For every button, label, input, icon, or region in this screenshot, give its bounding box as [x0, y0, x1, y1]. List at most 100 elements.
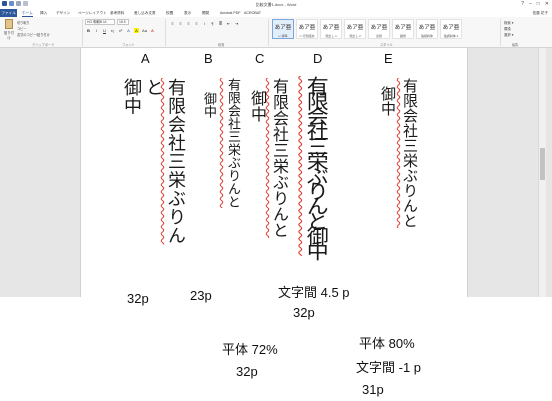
vertical-line: 有限会社三栄ぶりん	[165, 78, 186, 245]
vertical-line: と	[143, 78, 164, 97]
annotation-c-size: 32p	[293, 305, 315, 320]
style-name: 強調斜体 2	[443, 34, 459, 38]
column-label-c: C	[255, 51, 265, 66]
style-sample: あア亜	[298, 25, 316, 31]
bullets-button[interactable]: ≣	[218, 21, 223, 26]
paste-label: 貼り付け	[4, 31, 14, 40]
tab-design[interactable]: デザイン	[56, 11, 70, 16]
user-name[interactable]: 佐藤 花子	[533, 11, 548, 16]
vertical-line: 有限会社三栄ぶりんと	[270, 78, 289, 238]
column-label-b: B	[204, 51, 213, 66]
style-sample: あア亜	[418, 25, 436, 31]
vertical-text-c[interactable]: 有限会社三栄ぶりんと 御中	[246, 78, 290, 238]
tab-page-layout[interactable]: ページレイアウト	[78, 11, 107, 16]
style-sample: あア亜	[274, 25, 292, 31]
cut-button[interactable]: 切り取り	[17, 20, 30, 25]
style-sample: あア亜	[346, 25, 364, 31]
ribbon-separator	[82, 19, 83, 46]
scrollbar-thumb[interactable]	[540, 148, 545, 180]
show-marks-button[interactable]: ¶	[210, 21, 215, 26]
tab-mailings[interactable]: 差し込み文書	[134, 11, 156, 16]
vertical-text-d[interactable]: 有限会社三栄ぶりんと御中	[302, 76, 330, 256]
text-effects-button[interactable]: A	[126, 28, 131, 33]
style-name: 表題	[375, 34, 382, 38]
style-no-spacing[interactable]: あア亜 ↵ 行間詰め	[296, 19, 318, 39]
vertical-line: 有限会社三栄ぶりんと	[401, 78, 419, 228]
highlight-button[interactable]: A	[134, 28, 139, 33]
style-heading-1[interactable]: あア亜 見出し 1	[320, 19, 342, 39]
vertical-line: 御中	[248, 90, 267, 122]
annotation-b-scale: 平体 72%	[222, 342, 278, 357]
vertical-scrollbar[interactable]	[538, 48, 546, 297]
minimize-button[interactable]: –	[529, 1, 532, 7]
vertical-text-e[interactable]: 有限会社三栄ぶりんと 御中	[377, 78, 421, 228]
change-case-button[interactable]: Aa	[142, 28, 147, 33]
style-emphasis-2[interactable]: あア亜 強調斜体 2	[440, 19, 462, 39]
column-label-d: D	[313, 51, 323, 66]
increase-indent-button[interactable]: ⇥	[234, 21, 239, 26]
style-sample: あア亜	[394, 25, 412, 31]
style-name: ↵ 標準	[278, 34, 288, 38]
style-name: 副題	[399, 34, 406, 38]
subscript-button[interactable]: x₂	[110, 28, 115, 33]
align-right-button[interactable]: ≡	[186, 21, 191, 26]
style-title[interactable]: あア亜 表題	[368, 19, 390, 39]
maximize-button[interactable]: □	[537, 1, 540, 7]
clipboard-icon	[5, 19, 13, 29]
vertical-line: 御中	[379, 86, 397, 116]
vertical-line: 有限会社三栄ぶりんと御中	[302, 76, 330, 256]
style-name: 見出し 2	[349, 34, 361, 38]
format-painter-button[interactable]: 書式のコピー/貼り付け	[17, 32, 50, 37]
style-normal[interactable]: あア亜 ↵ 標準	[272, 19, 294, 39]
vertical-line: 有限会社三栄ぶりんと	[225, 78, 240, 208]
title-bar: 比較文書1.docx - Word ? – □ ✕	[0, 0, 552, 9]
font-size-select[interactable]: 18.5	[117, 19, 129, 25]
close-button[interactable]: ✕	[545, 1, 549, 7]
paste-button[interactable]: 貼り付け	[3, 19, 15, 40]
select-button[interactable]: 選択 ▾	[504, 32, 513, 37]
justify-button[interactable]: ≡	[194, 21, 199, 26]
tab-references[interactable]: 参考資料	[110, 11, 124, 16]
copy-button[interactable]: コピー	[17, 26, 27, 31]
column-label-a: A	[141, 51, 150, 66]
decrease-indent-button[interactable]: ⇤	[226, 21, 231, 26]
style-emphasis[interactable]: あア亜 強調斜体	[416, 19, 438, 39]
tab-insert[interactable]: 挿入	[40, 11, 47, 16]
help-button[interactable]: ?	[521, 1, 524, 7]
column-label-e: E	[384, 51, 393, 66]
style-sample: あア亜	[322, 25, 340, 31]
tab-review[interactable]: 校閲	[166, 11, 173, 16]
style-sample: あア亜	[442, 25, 460, 31]
vertical-text-a[interactable]: 有限会社三栄ぶりん と 御中	[120, 78, 186, 245]
style-heading-2[interactable]: あア亜 見出し 2	[344, 19, 366, 39]
bold-button[interactable]: B	[86, 28, 91, 33]
annotation-b-scale-size: 32p	[236, 364, 258, 379]
paragraph-tools: ≡ ≡ ≡ ≡ ↕ ¶ ≣ ⇤ ⇥	[170, 21, 239, 26]
superscript-button[interactable]: x²	[118, 28, 123, 33]
find-button[interactable]: 検索 ▾	[504, 20, 513, 25]
style-subtitle[interactable]: あア亜 副題	[392, 19, 414, 39]
ribbon-separator	[500, 19, 501, 46]
vertical-line: 御中	[201, 92, 216, 118]
tab-file[interactable]: ファイル	[0, 9, 17, 17]
tab-acrobat[interactable]: ACROBAT	[244, 11, 261, 15]
styles-group-label: スタイル	[380, 43, 393, 47]
tab-developer[interactable]: 開発	[202, 11, 209, 16]
italic-button[interactable]: I	[94, 28, 99, 33]
tab-view[interactable]: 表示	[184, 11, 191, 16]
ribbon-separator	[268, 19, 269, 46]
align-center-button[interactable]: ≡	[178, 21, 183, 26]
font-name-select[interactable]: HG 明朝B Ut	[85, 19, 115, 25]
underline-button[interactable]: U	[102, 28, 107, 33]
vertical-text-b[interactable]: 有限会社三栄ぶりんと 御中	[196, 78, 244, 208]
replace-button[interactable]: 置換	[504, 26, 511, 31]
tab-acrobat-pdf[interactable]: Acrobat PDF	[220, 11, 241, 15]
align-left-button[interactable]: ≡	[170, 21, 175, 26]
clipboard-group-label: クリップボード	[32, 43, 55, 47]
font-color-button[interactable]: A	[150, 28, 155, 33]
annotation-c-spacing: 文字間 4.5 p	[278, 285, 350, 300]
line-spacing-button[interactable]: ↕	[202, 21, 207, 26]
annotation-e-size: 31p	[362, 382, 384, 397]
editing-group-label: 編集	[512, 43, 519, 47]
annotation-e-spacing: 文字間 -1 p	[356, 360, 422, 375]
